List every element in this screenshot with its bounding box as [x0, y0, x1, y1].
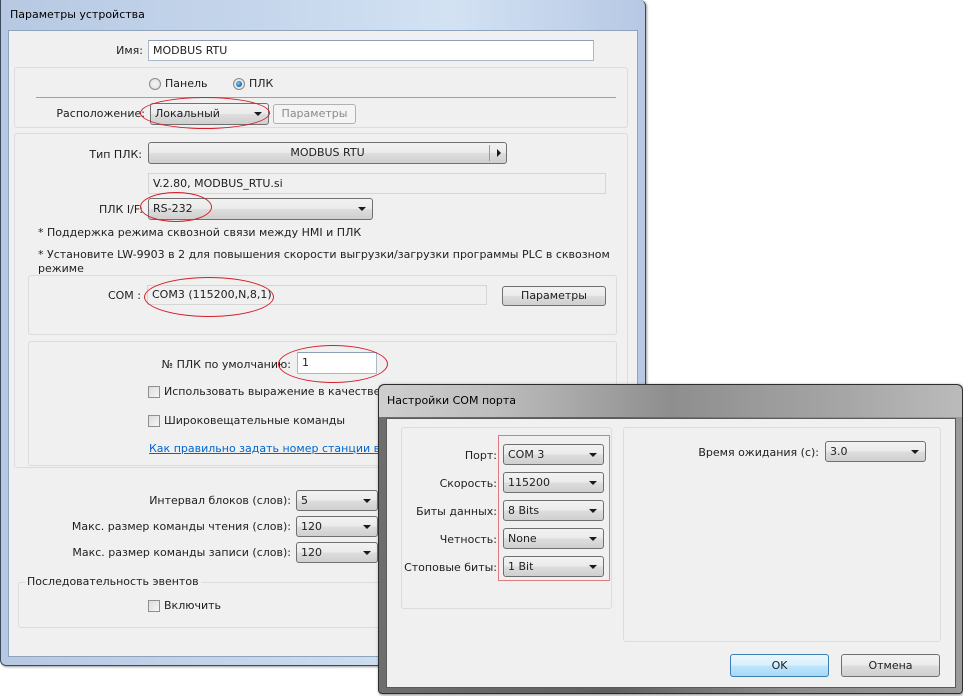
radio-plc-label: ПЛК [249, 77, 274, 90]
parity-dropdown[interactable]: None [503, 528, 604, 549]
plc-if-dropdown[interactable]: RS-232 [148, 198, 373, 220]
chevron-down-icon [363, 550, 371, 555]
data-bits-label: Биты данных: [416, 505, 497, 518]
com-settings-client: Порт: COM 3 Скорость: 115200 Биты данных… [386, 418, 956, 688]
enable-event-sequence-checkbox[interactable] [148, 600, 160, 612]
chevron-down-icon [358, 207, 366, 211]
chevron-down-icon [363, 498, 371, 503]
note-lw9903-line2: режиме [38, 262, 84, 275]
location-label: Расположение: [56, 107, 145, 120]
timeout-dropdown[interactable]: 3.0 [825, 441, 926, 462]
broadcast-label: Широковещательные команды [164, 414, 346, 427]
name-input[interactable]: MODBUS RTU [148, 40, 594, 61]
parity-label: Четность: [439, 533, 497, 546]
timeout-value: 3.0 [830, 445, 848, 458]
port-value: COM 3 [508, 448, 545, 461]
speed-label: Скорость: [439, 477, 497, 490]
plc-if-value: RS-232 [153, 202, 193, 215]
com-label: COM : [107, 289, 141, 302]
chevron-down-icon [254, 112, 262, 116]
enable-label: Включить [164, 599, 222, 612]
divider [489, 145, 490, 161]
window-title: Параметры устройства [10, 8, 145, 21]
data-bits-value: 8 Bits [508, 504, 540, 517]
note-lw9903-line1: * Установите LW-9903 в 2 для повышения с… [38, 248, 610, 261]
name-label: Имя: [116, 44, 143, 57]
location-value: Локальный [155, 107, 220, 120]
plc-if-label: ПЛК I/F: [99, 203, 143, 216]
max-read-value: 120 [301, 520, 322, 533]
chevron-down-icon [911, 449, 919, 454]
block-interval-value: 5 [301, 494, 308, 507]
port-dropdown[interactable]: COM 3 [503, 444, 604, 465]
speed-dropdown[interactable]: 115200 [503, 472, 604, 493]
ok-button[interactable]: OK [730, 654, 829, 677]
com-value: COM3 (115200,N,8,1) [147, 285, 487, 305]
use-expression-label: Использовать выражение в качестве [164, 385, 381, 398]
chevron-right-icon [497, 149, 501, 157]
default-plc-no-input[interactable]: 1 [297, 352, 377, 374]
use-expression-checkbox[interactable] [148, 386, 160, 398]
data-bits-dropdown[interactable]: 8 Bits [503, 500, 604, 521]
stop-bits-dropdown[interactable]: 1 Bit [503, 556, 604, 577]
max-read-label: Макс. размер команды чтения (слов): [71, 520, 291, 533]
max-write-label: Макс. размер команды записи (слов): [72, 546, 291, 559]
block-interval-dropdown[interactable]: 5 [296, 490, 378, 511]
timeout-label: Время ожидания (с): [698, 446, 819, 459]
max-write-dropdown[interactable]: 120 [296, 542, 378, 563]
event-sequence-title: Последовательность эвентов [25, 575, 201, 588]
speed-value: 115200 [508, 476, 550, 489]
location-params-button[interactable]: Параметры [273, 104, 356, 124]
stop-bits-value: 1 Bit [508, 560, 534, 573]
com-params-button[interactable]: Параметры [502, 286, 606, 306]
driver-info: V.2.80, MODBUS_RTU.si [148, 173, 606, 194]
separator [36, 97, 616, 98]
radio-panel[interactable] [149, 78, 161, 90]
window-title: Настройки COM порта [387, 394, 516, 407]
broadcast-checkbox[interactable] [148, 415, 160, 427]
plc-type-label: Тип ПЛК: [89, 148, 142, 161]
plc-type-selector[interactable]: MODBUS RTU [148, 142, 507, 164]
default-plc-no-label: № ПЛК по умолчанию: [161, 358, 291, 371]
cancel-button[interactable]: Отмена [841, 654, 940, 677]
block-interval-label: Интервал блоков (слов): [149, 494, 291, 507]
location-dropdown[interactable]: Локальный [150, 103, 269, 125]
station-help-link[interactable]: Как правильно задать номер станции в адр… [149, 442, 412, 455]
chevron-down-icon [589, 480, 597, 485]
max-write-value: 120 [301, 546, 322, 559]
com-settings-window: Настройки COM порта Порт: COM 3 Скорость… [378, 384, 963, 694]
chevron-down-icon [363, 524, 371, 529]
max-read-dropdown[interactable]: 120 [296, 516, 378, 537]
plc-type-value: MODBUS RTU [290, 146, 365, 159]
port-label: Порт: [464, 449, 497, 462]
chevron-down-icon [589, 508, 597, 513]
chevron-down-icon [589, 564, 597, 569]
chevron-down-icon [589, 452, 597, 457]
radio-plc[interactable] [233, 78, 245, 90]
note-passthrough: * Поддержка режима сквозной связи между … [38, 226, 362, 239]
stop-bits-label: Стоповые биты: [404, 561, 497, 574]
chevron-down-icon [589, 536, 597, 541]
parity-value: None [508, 532, 537, 545]
radio-panel-label: Панель [165, 77, 208, 90]
